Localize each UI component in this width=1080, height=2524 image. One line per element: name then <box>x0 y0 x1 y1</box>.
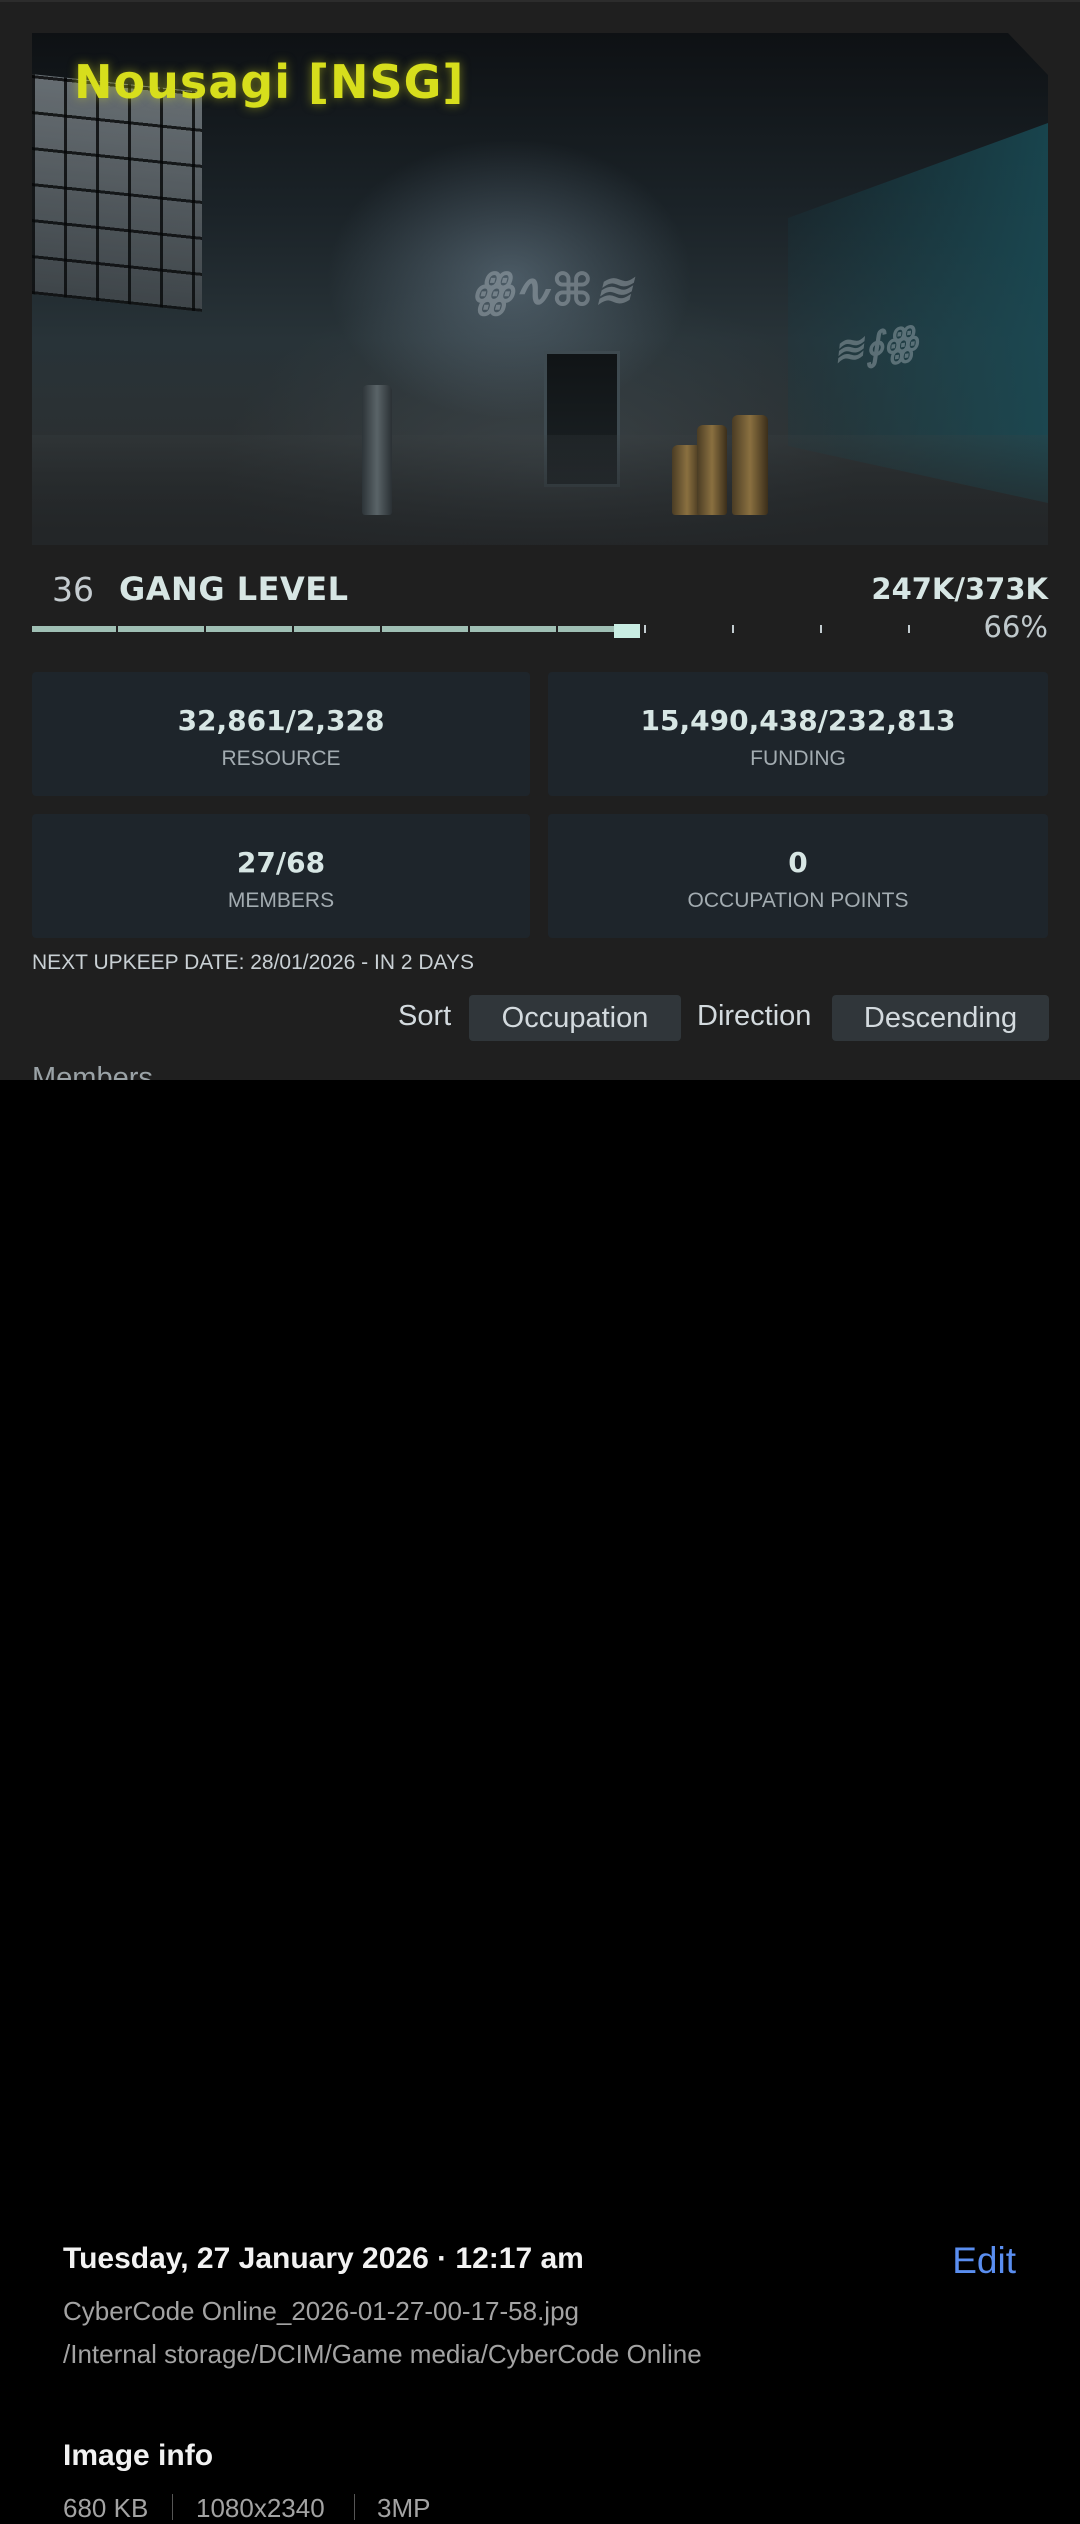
banner-graffiti: ꙮ∿⌘≋ <box>472 263 633 317</box>
edit-datetime-button[interactable]: Edit <box>952 2240 1016 2282</box>
banner-floor <box>32 435 1048 545</box>
progress-tick <box>732 625 734 633</box>
upkeep-date-text: NEXT UPKEEP DATE: 28/01/2026 - IN 2 DAYS <box>32 951 474 974</box>
direction-select-button[interactable]: Descending <box>832 995 1049 1041</box>
image-megapixels: 3MP <box>377 2493 431 2523</box>
members-heading: Members <box>32 1062 153 1080</box>
capture-datetime: Tuesday, 27 January 2026 · 12:17 am <box>63 2242 584 2275</box>
file-name: CyberCode Online_2026-01-27-00-17-58.jpg <box>63 2296 580 2326</box>
stat-card-resource: 32,861/2,328 RESOURCE <box>32 672 530 796</box>
gang-xp-percent: 66% <box>983 610 1048 644</box>
banner-barrel <box>362 385 392 515</box>
progress-tick <box>908 625 910 633</box>
image-info-heading: Image info <box>63 2439 214 2472</box>
progress-tick <box>116 625 118 633</box>
level-progress-marker <box>614 624 640 638</box>
meta-divider <box>354 2494 355 2520</box>
meta-divider <box>172 2494 173 2520</box>
progress-tick <box>380 625 382 633</box>
stat-card-occupation-points: 0 OCCUPATION POINTS <box>548 814 1048 938</box>
gang-level-number: 36 <box>52 570 94 609</box>
stat-value: 27/68 <box>236 846 326 879</box>
banner-windows <box>32 74 202 312</box>
progress-tick <box>204 625 206 633</box>
banner-barrel <box>697 425 727 515</box>
banner-barrel <box>732 415 768 515</box>
progress-tick <box>644 625 646 633</box>
game-screen: ꙮ∿⌘≋ ≋∮ꙮ Nousagi [NSG] 36 GANG LEVEL 247… <box>0 0 1080 1080</box>
gang-xp-text: 247K/373K <box>871 572 1048 606</box>
stat-value: 32,861/2,328 <box>177 704 385 737</box>
stat-label: MEMBERS <box>227 889 335 912</box>
sort-select-button[interactable]: Occupation <box>469 995 681 1041</box>
level-progress-fill <box>32 626 640 632</box>
level-progress-bar <box>32 624 646 638</box>
top-divider <box>0 0 1080 2</box>
stat-label: RESOURCE <box>221 747 341 770</box>
gang-name-title: Nousagi [NSG] <box>74 55 465 109</box>
stat-card-members: 27/68 MEMBERS <box>32 814 530 938</box>
progress-tick <box>292 625 294 633</box>
stat-value: 15,490,438/232,813 <box>640 704 956 737</box>
stat-value: 0 <box>788 846 808 879</box>
stat-label: FUNDING <box>750 747 846 770</box>
file-size: 680 KB <box>63 2493 149 2523</box>
direction-label: Direction <box>697 1000 812 1032</box>
gang-level-label: GANG LEVEL <box>119 570 349 608</box>
stat-card-funding: 15,490,438/232,813 FUNDING <box>548 672 1048 796</box>
progress-tick <box>468 625 470 633</box>
sort-label: Sort <box>398 1000 452 1032</box>
progress-tick <box>820 625 822 633</box>
file-path[interactable]: /Internal storage/DCIM/Game media/CyberC… <box>63 2339 702 2370</box>
progress-tick <box>556 625 558 633</box>
image-details-panel: Tuesday, 27 January 2026 · 12:17 am Edit… <box>0 1080 1080 2523</box>
image-resolution: 1080x2340 <box>196 2493 325 2523</box>
stat-label: OCCUPATION POINTS <box>687 889 909 912</box>
gang-banner-image: ꙮ∿⌘≋ ≋∮ꙮ Nousagi [NSG] <box>32 33 1048 545</box>
